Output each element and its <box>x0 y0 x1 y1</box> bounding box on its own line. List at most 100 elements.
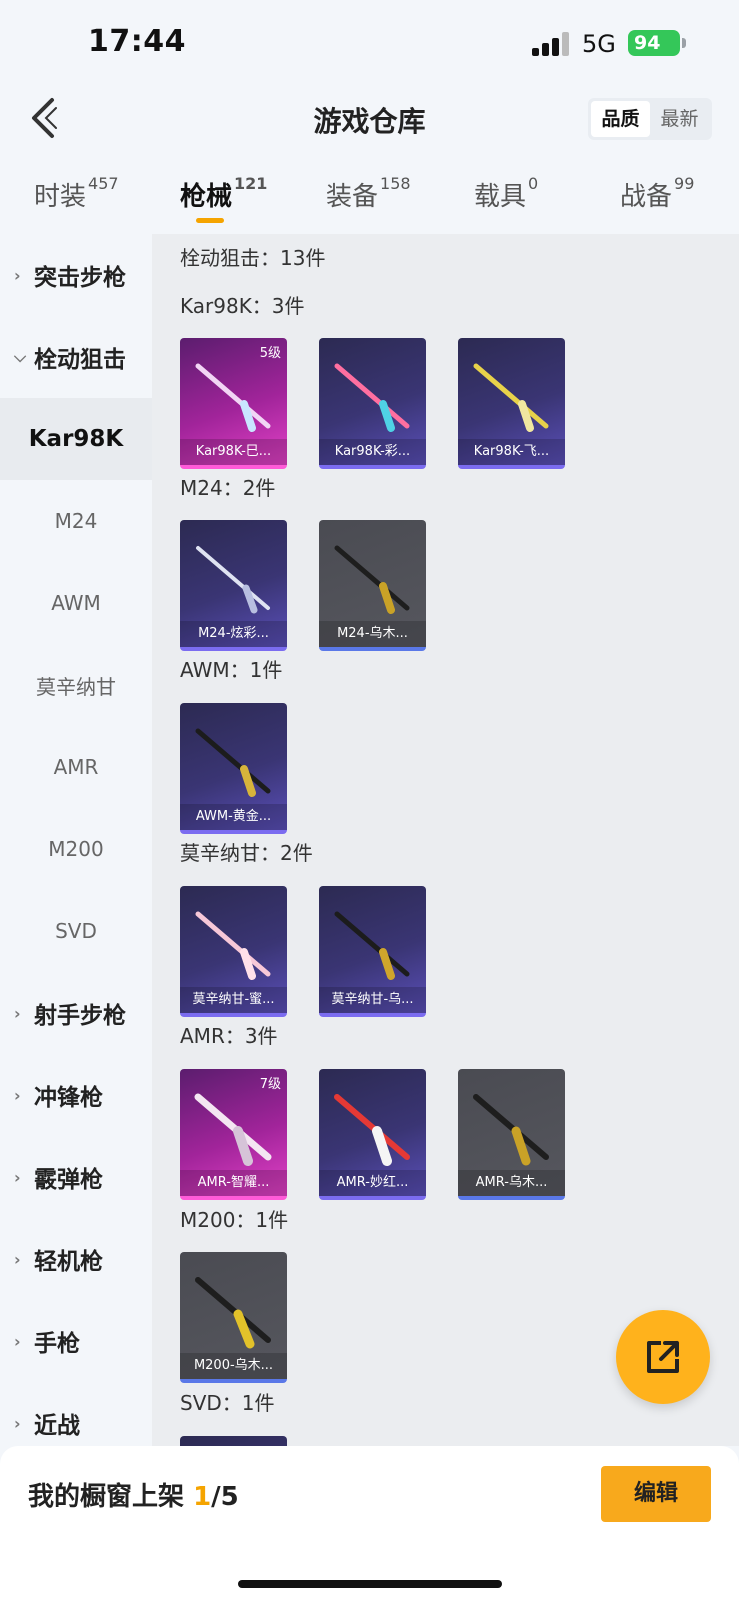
battery-tip <box>682 38 686 48</box>
weapon-card[interactable]: M200-乌木... <box>180 1252 287 1383</box>
weapon-card[interactable]: Kar98K-彩... <box>319 338 426 469</box>
sidebar-item-melee[interactable]: › 近战 <box>0 1382 152 1446</box>
weapon-name: AMR-智耀... <box>180 1170 287 1196</box>
network-label: 5G <box>582 30 616 58</box>
signal-icon <box>532 32 572 56</box>
weapon-card[interactable]: Kar98K-飞... <box>458 338 565 469</box>
rifle-icon <box>194 1093 272 1166</box>
weapon-card[interactable]: 5级 Kar98K-巳... <box>180 338 287 469</box>
section-title-kar98k: Kar98K：3件 <box>180 294 305 318</box>
sidebar-item-m200[interactable]: M200 <box>0 808 152 890</box>
sidebar-item-svd[interactable]: SVD <box>0 890 152 972</box>
chevron-right-icon: › <box>14 1167 21 1187</box>
sidebar-item-mosin[interactable]: 莫辛纳甘 <box>0 644 152 726</box>
rifle-icon <box>334 545 410 614</box>
tab-label: 载具 <box>474 182 527 212</box>
sidebar-item-amr[interactable]: AMR <box>0 726 152 808</box>
sidebar-item-m24[interactable]: M24 <box>0 480 152 562</box>
chevron-right-icon: › <box>14 1331 21 1351</box>
sidebar-item-pistols[interactable]: › 手枪 <box>0 1300 152 1382</box>
rifle-icon <box>334 1094 410 1166</box>
sidebar-item-label: 射手步枪 <box>34 1003 126 1029</box>
tab-count: 121 <box>234 174 268 193</box>
battery-level: 94 <box>634 32 661 54</box>
tab-count: 457 <box>88 174 119 193</box>
status-bar: 17:44 5G 94 <box>0 0 739 88</box>
sidebar-item-label: 轻机枪 <box>34 1249 103 1275</box>
sidebar-item-smg[interactable]: › 冲锋枪 <box>0 1054 152 1136</box>
rifle-icon <box>334 363 410 432</box>
sidebar-item-label: 霰弹枪 <box>34 1167 103 1193</box>
tab-count: 158 <box>380 174 411 193</box>
chevron-right-icon: › <box>14 265 21 285</box>
weapon-card[interactable]: M24-乌木... <box>319 520 426 651</box>
section-title-amr: AMR：3件 <box>180 1024 278 1048</box>
showcase-used: 1 <box>193 1482 212 1512</box>
weapon-name: AMR-妙红... <box>319 1170 426 1196</box>
weapon-card[interactable]: AMR-乌木... <box>458 1069 565 1200</box>
showcase-total: /5 <box>211 1482 239 1512</box>
chevron-right-icon: › <box>14 1249 21 1269</box>
section-title-svd: SVD：1件 <box>180 1391 275 1415</box>
sidebar-item-label: 冲锋枪 <box>34 1085 103 1111</box>
sort-quality-button[interactable]: 品质 <box>591 101 650 137</box>
weapon-name: 莫辛纳甘-乌... <box>319 987 426 1013</box>
weapon-card[interactable]: M24-炫彩... <box>180 520 287 651</box>
rifle-icon <box>334 911 410 980</box>
sidebar-item-kar98k[interactable]: Kar98K <box>0 398 152 480</box>
share-icon <box>647 1341 679 1373</box>
tab-count: 0 <box>528 174 539 193</box>
category-tabs: 时装 457 枪械 121 装备 158 载具 0 战备 99 <box>0 172 739 232</box>
sort-newest-button[interactable]: 最新 <box>650 101 709 137</box>
share-button[interactable] <box>616 1310 710 1404</box>
sidebar-item-awm[interactable]: AWM <box>0 562 152 644</box>
weapon-card[interactable]: 7级 AMR-智耀... <box>180 1069 287 1200</box>
weapon-card[interactable]: 莫辛纳甘-乌... <box>319 886 426 1017</box>
showcase-text: 我的橱窗上架 <box>28 1482 185 1512</box>
tab-count: 99 <box>674 174 695 193</box>
status-time: 17:44 <box>88 24 186 59</box>
sidebar-item-label: 突击步枪 <box>34 265 126 291</box>
section-title-m200: M200：1件 <box>180 1208 289 1232</box>
tab-equipment[interactable]: 装备 158 <box>326 174 411 213</box>
sidebar-item-assault-rifles[interactable]: › 突击步枪 <box>0 234 152 316</box>
sidebar-item-bolt-snipers[interactable]: ⌵ 栓动狙击 <box>0 316 152 398</box>
sidebar-item-label: 近战 <box>34 1413 80 1439</box>
weapon-name: Kar98K-飞... <box>458 439 565 465</box>
tab-label: 战备 <box>620 182 673 212</box>
tab-weapons[interactable]: 枪械 121 <box>180 174 268 213</box>
weapon-name: Kar98K-巳... <box>180 439 287 465</box>
section-title-awm: AWM：1件 <box>180 658 283 682</box>
sidebar-item-label: 手枪 <box>34 1331 80 1357</box>
sidebar-item-label: 栓动狙击 <box>34 347 126 373</box>
section-title-mosin: 莫辛纳甘：2件 <box>180 841 313 865</box>
chevron-right-icon: › <box>14 1413 21 1433</box>
weapon-name: 莫辛纳甘-蜜... <box>180 987 287 1013</box>
weapon-name: M24-乌木... <box>319 621 426 647</box>
tab-supplies[interactable]: 战备 99 <box>620 174 695 213</box>
weapon-card[interactable]: 莫辛纳甘-蜜... <box>180 886 287 1017</box>
active-tab-indicator <box>196 218 224 223</box>
edit-button[interactable]: 编辑 <box>601 1466 711 1522</box>
tab-vehicles[interactable]: 载具 0 <box>474 174 539 213</box>
weapon-name: Kar98K-彩... <box>319 439 426 465</box>
weapon-name: AWM-黄金... <box>180 804 287 830</box>
weapon-card[interactable] <box>180 1436 287 1446</box>
chevron-down-icon: ⌵ <box>14 347 27 366</box>
rifle-icon <box>473 1094 549 1166</box>
rifle-icon <box>195 363 271 432</box>
rifle-icon <box>196 546 270 614</box>
sidebar-item-shotguns[interactable]: › 霰弹枪 <box>0 1136 152 1218</box>
rifle-icon <box>195 911 271 980</box>
home-indicator <box>238 1580 502 1588</box>
tab-outfits[interactable]: 时装 457 <box>34 174 119 213</box>
rifle-icon <box>195 1277 271 1349</box>
weapon-card[interactable]: AWM-黄金... <box>180 703 287 834</box>
weapon-card[interactable]: AMR-妙红... <box>319 1069 426 1200</box>
showcase-count: 1/5 <box>193 1482 239 1512</box>
sidebar-item-lmg[interactable]: › 轻机枪 <box>0 1218 152 1300</box>
sidebar-item-marksman-rifles[interactable]: › 射手步枪 <box>0 972 152 1054</box>
showcase-label: 我的橱窗上架 1/5 <box>28 1476 239 1513</box>
rifle-icon <box>195 728 271 797</box>
weapon-category-sidebar: › 突击步枪 ⌵ 栓动狙击 Kar98K M24 AWM 莫辛纳甘 AMR M200… <box>0 234 152 1446</box>
